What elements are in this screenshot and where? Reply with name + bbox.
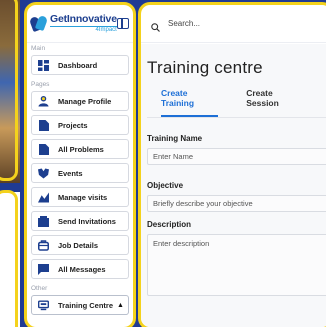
sidebar-item-events[interactable]: Events [31,163,129,183]
briefcase-icon [38,239,49,251]
monitor-icon [38,299,49,311]
sidebar-item-label: Dashboard [58,60,98,70]
envelope-icon [38,215,49,227]
training-name-label: Training Name [147,134,203,143]
background-frame-top [0,0,18,181]
content-area: Training centre Create Training Create S… [141,44,326,327]
search-input[interactable] [168,19,288,28]
chart-icon [38,191,49,203]
sidebar-item-send-invitations[interactable]: Send Invitations [31,211,129,231]
section-label-main: Main [31,45,46,52]
sidebar-item-manage-profile[interactable]: Manage Profile [31,91,129,111]
sidebar-item-training-centre[interactable]: Training Centre ▲ [31,295,129,315]
tab-create-session[interactable]: Create Session [246,88,303,117]
sidebar-item-job-details[interactable]: Job Details [31,235,129,255]
sidebar-item-all-problems[interactable]: All Problems [31,139,129,159]
training-name-input[interactable] [147,148,326,165]
sidebar-item-all-messages[interactable]: All Messages [31,259,129,279]
tab-create-training[interactable]: Create Training [161,88,219,117]
logo-title: GetInnovative [50,13,117,26]
dashboard-icon [38,59,49,71]
objective-input[interactable] [147,195,326,212]
message-icon [38,263,49,275]
logo-icon [28,14,49,33]
search-icon [151,19,160,32]
sidebar-item-manage-visits[interactable]: Manage visits [31,187,129,207]
main-panel: Training centre Create Training Create S… [138,2,326,327]
sidebar-item-label: All Problems [58,144,104,154]
file-icon [38,143,49,155]
logo-subtitle: 4Impact [50,25,117,33]
objective-label: Objective [147,181,184,190]
file-icon [38,119,49,131]
description-textarea[interactable] [147,234,326,296]
logo[interactable]: GetInnovative 4Impact [50,14,117,33]
sidebar-item-label: Training Centre [58,300,114,310]
sidebar-collapse-icon[interactable] [117,18,129,29]
sidebar-item-label: Send Invitations [58,216,116,226]
section-label-pages: Pages [31,81,50,88]
sidebar-item-label: Projects [58,120,88,130]
search-bar [141,5,326,43]
section-label-other: Other [31,285,48,292]
logo-row: GetInnovative 4Impact [27,5,133,43]
handshake-icon [38,167,49,179]
sidebar-item-label: Manage visits [58,192,108,202]
user-icon [38,95,49,107]
sidebar-item-dashboard[interactable]: Dashboard [31,55,129,75]
sidebar-item-label: Manage Profile [58,96,112,106]
tab-bar: Create Training Create Session [147,88,326,118]
chevron-up-icon: ▲ [117,301,124,309]
sidebar-item-projects[interactable]: Projects [31,115,129,135]
sidebar-item-label: Job Details [58,240,99,250]
description-label: Description [147,220,192,229]
sidebar: GetInnovative 4Impact Main Dashboard Pag… [24,2,136,327]
background-frame-bottom [0,190,18,327]
page-title: Training centre [147,58,263,77]
sidebar-item-label: Events [58,168,83,178]
sidebar-item-label: All Messages [58,264,106,274]
